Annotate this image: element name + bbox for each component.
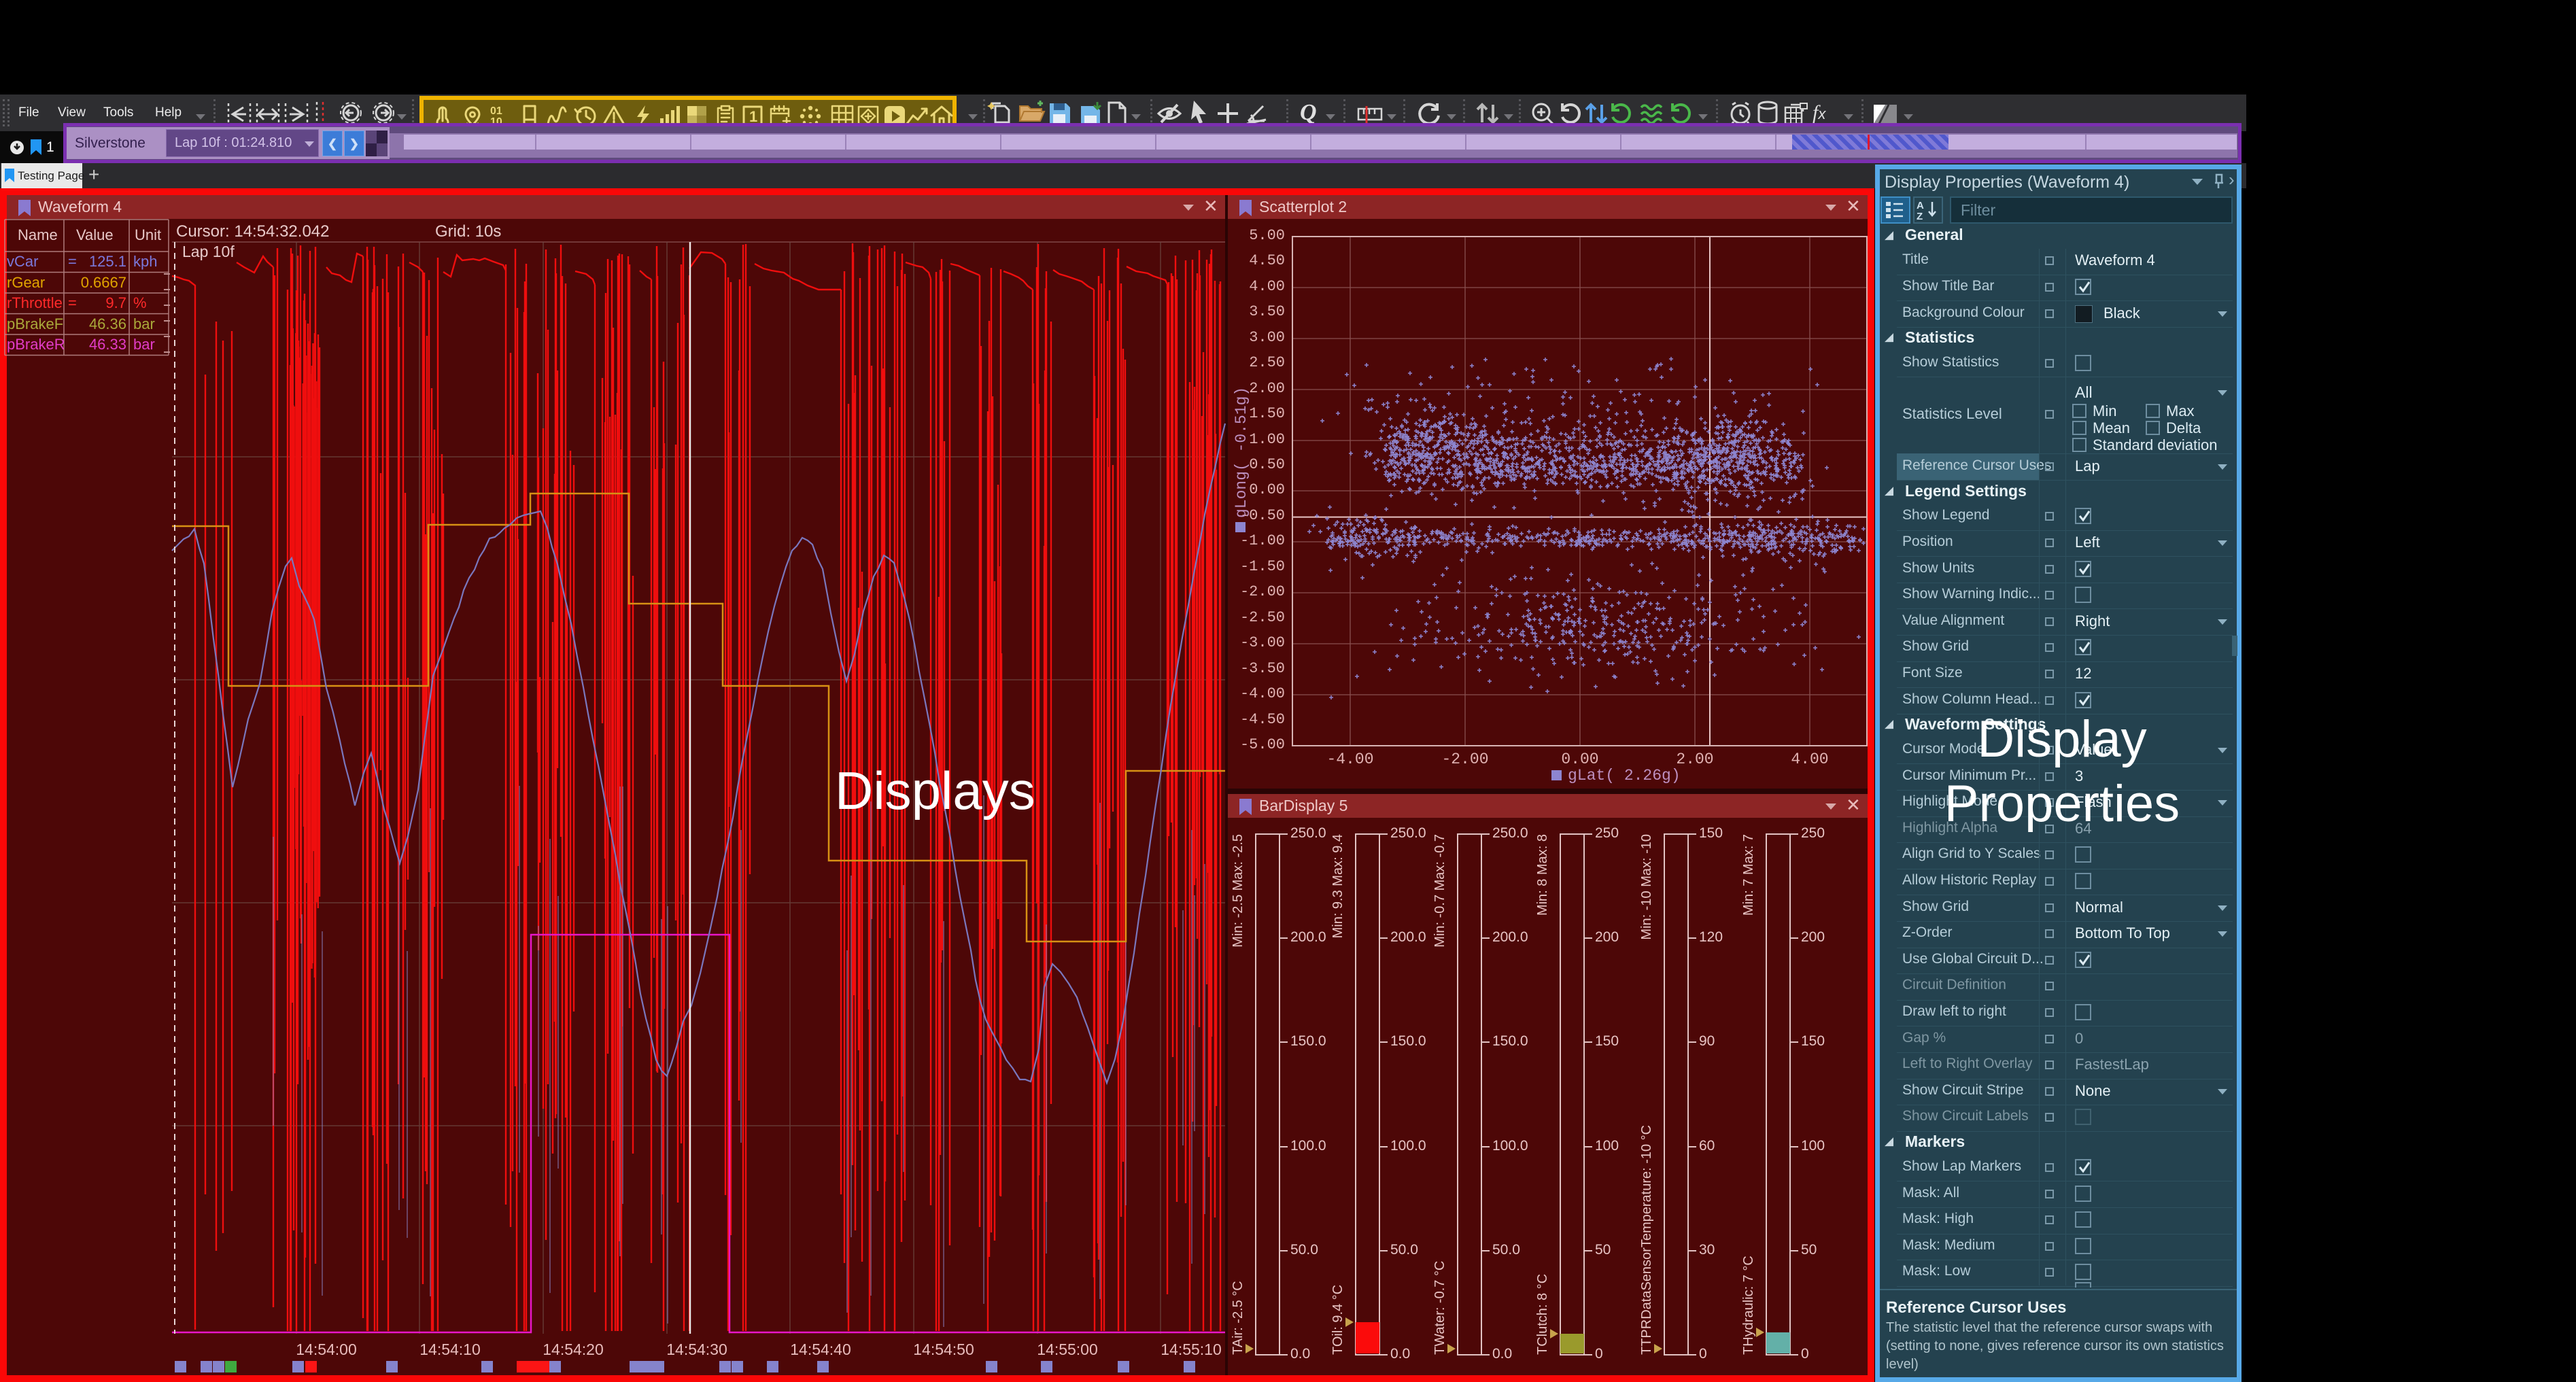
svg-text:Min: -0.7 Max: -0.7: Min: -0.7 Max: -0.7	[1432, 834, 1447, 948]
svg-text:TOil: 9.4 °C: TOil: 9.4 °C	[1330, 1285, 1345, 1355]
svg-text:TClutch: 8 °C: TClutch: 8 °C	[1535, 1274, 1550, 1355]
svg-text:Min: 9.3 Max: 9.4: Min: 9.3 Max: 9.4	[1330, 834, 1345, 938]
svg-text:Min: 8 Max: 8: Min: 8 Max: 8	[1535, 834, 1550, 916]
svg-text:Min: 7 Max: 7: Min: 7 Max: 7	[1741, 834, 1756, 916]
svg-text:THydraulic: 7 °C: THydraulic: 7 °C	[1741, 1256, 1756, 1355]
svg-text:TWater: -0.7 °C: TWater: -0.7 °C	[1432, 1261, 1447, 1355]
svg-text:Min: -2.5 Max: -2.5: Min: -2.5 Max: -2.5	[1231, 834, 1246, 948]
svg-text:Min: -10 Max: -10: Min: -10 Max: -10	[1639, 834, 1654, 940]
svg-text:TAir: -2.5 °C: TAir: -2.5 °C	[1231, 1281, 1246, 1355]
svg-text:A: A	[1917, 200, 1924, 211]
svg-text:Z: Z	[1917, 211, 1923, 221]
svg-text:TTPRDataSensorTemperature: -10: TTPRDataSensorTemperature: -10 °C	[1639, 1125, 1654, 1355]
